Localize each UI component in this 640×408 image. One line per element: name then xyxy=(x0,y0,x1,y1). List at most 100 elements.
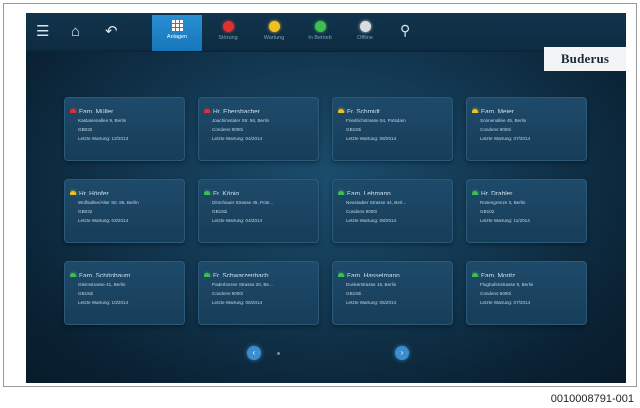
card-header: Hr. Drahler xyxy=(472,185,582,195)
customer-name: Fam. Lehmann xyxy=(347,190,391,195)
device-model: GB192i xyxy=(346,291,362,296)
installation-card[interactable]: Hr. Drahler Rosengrenze 3, Berlin GB102 Let… xyxy=(466,179,587,243)
last-maintenance: Letzte Wartung: 08/2014 xyxy=(346,218,397,223)
installation-card[interactable]: Fam. Moritz Flughafenstrasse 9, Berlin Con… xyxy=(466,261,587,325)
status-indicator-icon xyxy=(204,190,210,195)
home-icon[interactable]: ⌂ xyxy=(71,23,80,41)
installation-card[interactable]: Fr. Schwarzenbach Paderborner Strasse 20,… xyxy=(198,261,319,325)
customer-name: Fam. Müller xyxy=(79,108,114,113)
last-maintenance: Letzte Wartung: 07/2014 xyxy=(480,300,531,305)
last-maintenance: Letzte Wartung: 04/2014 xyxy=(212,136,263,141)
installation-card[interactable]: Fr. Schmidt Friedrichstrasse 54, Potsdam G… xyxy=(332,97,453,161)
customer-name: Fam. Moritz xyxy=(481,272,516,277)
device-model: GB192i xyxy=(212,209,228,214)
card-header: Fam. Schönbaum xyxy=(70,267,180,277)
card-header: Fr. König xyxy=(204,185,314,195)
device-model: GB192i xyxy=(346,127,362,132)
address-line: Kastanienallee 9, Berlin xyxy=(78,118,127,123)
status-indicator-icon xyxy=(338,190,344,195)
search-icon[interactable]: ⚲ xyxy=(400,21,410,39)
device-model: Condens 9000i xyxy=(480,127,511,132)
tab-wartung[interactable]: Wartung xyxy=(249,17,299,51)
card-header: Fam. Moritz xyxy=(472,267,582,277)
address-line: Paderborner Strasse 20, Be... xyxy=(212,282,273,287)
tab-label: Anlagen xyxy=(166,34,188,40)
figure-caption: 0010008791-001 xyxy=(550,393,634,405)
device-model: Condens 9000i xyxy=(346,209,377,214)
next-page-button[interactable]: › xyxy=(395,346,409,360)
last-maintenance: Letzte Wartung: 03/2014 xyxy=(78,218,129,223)
address-line: Flughafenstrasse 9, Berlin xyxy=(480,282,534,287)
top-navigation-bar: ☰ ⌂ ↶ Anlagen Störung Wartung In Betrieb xyxy=(26,13,626,52)
installation-card[interactable]: Fam. Meier Sonnenallee 45, Berlin Condens … xyxy=(466,97,587,161)
customer-name: Hr. Höpfer xyxy=(79,190,109,195)
device-model: GB102 xyxy=(480,209,495,214)
status-indicator-icon xyxy=(70,108,76,113)
tab-label: Störung xyxy=(218,35,238,41)
red-status-icon xyxy=(222,21,234,32)
previous-page-button[interactable]: ‹ xyxy=(247,346,261,360)
customer-name: Fam. Schönbaum xyxy=(79,272,131,277)
last-maintenance: Letzte Wartung: 04/2014 xyxy=(212,218,263,223)
customer-name: Fam. Hasselmann xyxy=(347,272,400,277)
menu-icon[interactable]: ☰ xyxy=(36,23,49,41)
figure-frame: ☰ ⌂ ↶ Anlagen Störung Wartung In Betrieb xyxy=(3,3,637,387)
tab-stoerung[interactable]: Störung xyxy=(203,17,253,51)
device-model: GB192i xyxy=(78,291,94,296)
status-indicator-icon xyxy=(472,190,478,195)
address-line: Joachimstaler Str. 56, Berlin xyxy=(212,118,270,123)
status-indicator-icon xyxy=(70,190,76,195)
installation-card[interactable]: Fam. Lehmann Neustadter Strasse 44, Berl.… xyxy=(332,179,453,243)
status-indicator-icon xyxy=(338,108,344,113)
yellow-status-icon xyxy=(268,21,280,32)
status-indicator-icon xyxy=(204,272,210,277)
buderus-logo: Buderus xyxy=(544,47,626,71)
installation-card[interactable]: Fam. Hasselmann Dunkerstrasse 15, Berlin G… xyxy=(332,261,453,325)
tab-label: Wartung xyxy=(263,35,285,41)
installation-card[interactable]: Fam. Schönbaum Gleimstrasse 41, Berlin GB1… xyxy=(64,261,185,325)
device-model: Condens 5000i xyxy=(480,291,511,296)
customer-name: Hr. Ebersbacher xyxy=(213,108,260,113)
last-maintenance: Letzte Wartung: 07/2014 xyxy=(480,136,531,141)
card-header: Hr. Ebersbacher xyxy=(204,103,314,113)
tab-anlagen[interactable]: Anlagen xyxy=(152,15,202,51)
installation-card[interactable]: Hr. Ebersbacher Joachimstaler Str. 56, Be… xyxy=(198,97,319,161)
card-header: Fam. Müller xyxy=(70,103,180,113)
address-line: Wolfsallee/Alter Str. 86, Berlin xyxy=(78,200,139,205)
installation-card[interactable]: Hr. Höpfer Wolfsallee/Alter Str. 86, Berl… xyxy=(64,179,185,243)
installation-card[interactable]: Fr. König Dirschauer Strasse 45, Pots... G… xyxy=(198,179,319,243)
status-indicator-icon xyxy=(70,272,76,277)
address-line: Dirschauer Strasse 45, Pots... xyxy=(212,200,274,205)
tab-offline[interactable]: Offline xyxy=(340,17,390,51)
back-icon[interactable]: ↶ xyxy=(105,23,118,41)
customer-name: Fam. Meier xyxy=(481,108,514,113)
customer-name: Fr. König xyxy=(213,190,240,195)
app-screen: ☰ ⌂ ↶ Anlagen Störung Wartung In Betrieb xyxy=(26,13,626,383)
last-maintenance: Letzte Wartung: 12/2013 xyxy=(78,136,129,141)
device-model: Condens 9000i xyxy=(212,127,243,132)
tab-in-betrieb[interactable]: In Betrieb xyxy=(295,17,345,51)
green-status-icon xyxy=(314,21,326,32)
tab-label: In Betrieb xyxy=(308,35,332,41)
last-maintenance: Letzte Wartung: 08/2014 xyxy=(346,136,397,141)
customer-name: Hr. Drahler xyxy=(481,190,513,195)
device-model: Condens 9000i xyxy=(212,291,243,296)
address-line: Rosengrenze 3, Berlin xyxy=(480,200,526,205)
last-maintenance: Letzte Wartung: 10/2014 xyxy=(78,300,129,305)
address-line: Sonnenallee 45, Berlin xyxy=(480,118,527,123)
card-header: Hr. Höpfer xyxy=(70,185,180,195)
address-line: Dunkerstrasse 15, Berlin xyxy=(346,282,397,287)
customer-name: Fr. Schwarzenbach xyxy=(213,272,269,277)
address-line: Neustadter Strasse 44, Berl... xyxy=(346,200,407,205)
last-maintenance: Letzte Wartung: 11/2014 xyxy=(480,218,530,223)
card-header: Fam. Lehmann xyxy=(338,185,448,195)
installation-card[interactable]: Fam. Müller Kastanienallee 9, Berlin GB032… xyxy=(64,97,185,161)
last-maintenance: Letzte Wartung: 05/2014 xyxy=(346,300,397,305)
grid-icon xyxy=(171,20,183,31)
card-header: Fr. Schwarzenbach xyxy=(204,267,314,277)
last-maintenance: Letzte Wartung: 06/2014 xyxy=(212,300,263,305)
page-indicator-dot xyxy=(277,352,280,355)
customer-name: Fr. Schmidt xyxy=(347,108,380,113)
address-line: Gleimstrasse 41, Berlin xyxy=(78,282,126,287)
card-header: Fam. Meier xyxy=(472,103,582,113)
